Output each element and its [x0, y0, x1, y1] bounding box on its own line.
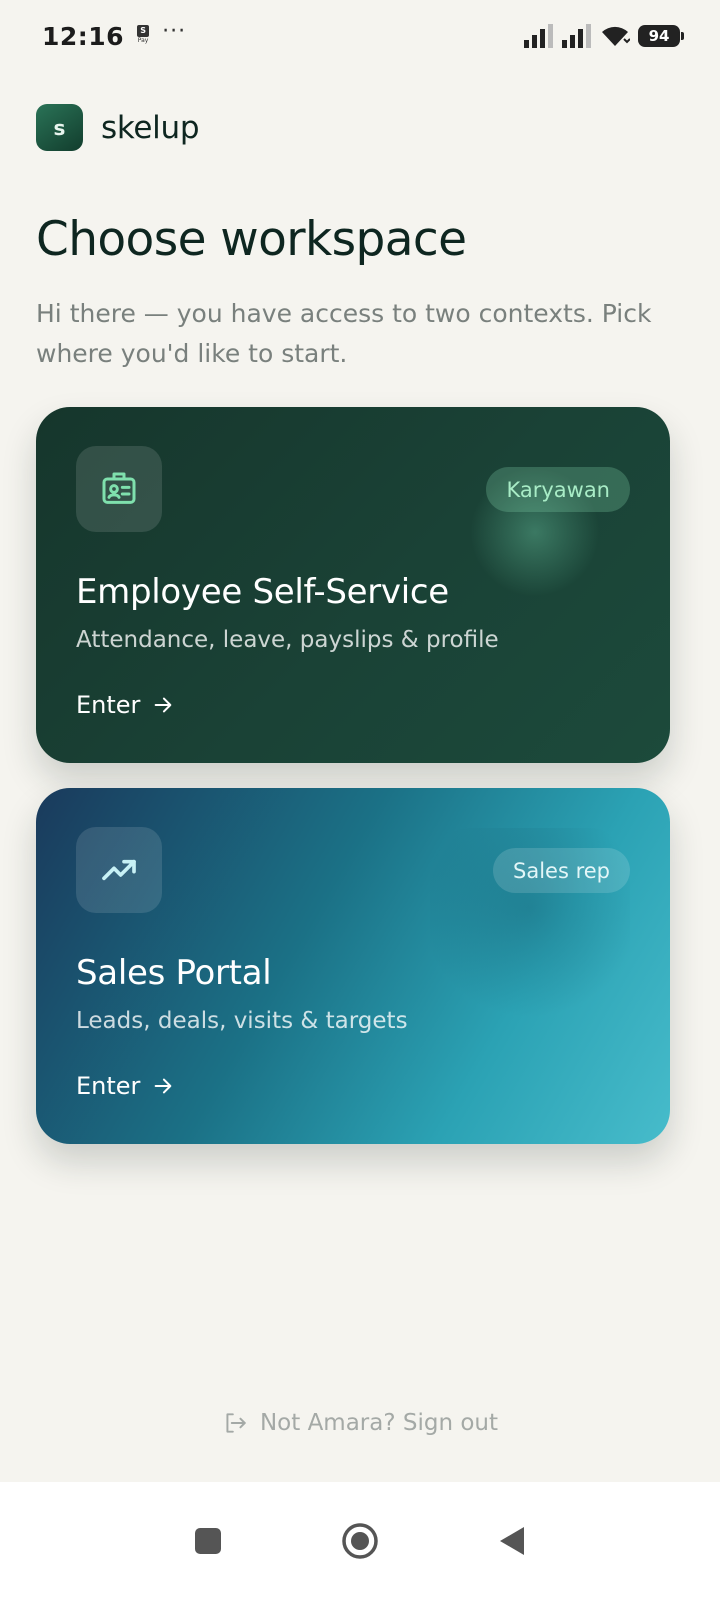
workspace-title: Sales Portal: [76, 953, 272, 993]
back-button[interactable]: [492, 1521, 532, 1561]
page-subtitle: Hi there — you have access to two contex…: [36, 299, 652, 368]
home-button[interactable]: [340, 1521, 380, 1561]
more-notifications-icon: ···: [162, 19, 187, 44]
back-triangle-icon: [500, 1527, 524, 1555]
battery-indicator: 94: [638, 25, 684, 47]
workspace-title: Employee Self-Service: [76, 572, 449, 612]
workspace-badge: Karyawan: [486, 467, 630, 512]
enter-button[interactable]: Enter: [76, 691, 174, 719]
pay-badge: S: [137, 25, 150, 37]
status-right: 94: [524, 24, 684, 48]
status-bar: 12:16 S Pay ··· 94: [0, 0, 720, 72]
pay-icon: S Pay: [136, 25, 150, 47]
card-icon-box: [76, 446, 162, 532]
signal-2-icon: [562, 24, 591, 48]
clock: 12:16: [42, 21, 125, 51]
workspace-description: Attendance, leave, payslips & profile: [76, 627, 499, 653]
recents-button[interactable]: [188, 1521, 228, 1561]
status-left: 12:16 S Pay ···: [42, 19, 187, 51]
workspace-card-employee-self-service[interactable]: Karyawan Employee Self-Service Attendanc…: [36, 407, 670, 763]
home-circle-icon: [342, 1523, 378, 1559]
workspace-chooser-screen: 12:16 S Pay ··· 94 s skelup Choose works…: [0, 0, 720, 1600]
enter-button[interactable]: Enter: [76, 1072, 174, 1100]
brand: s skelup: [36, 104, 200, 151]
workspace-description: Leads, deals, visits & targets: [76, 1008, 408, 1034]
arrow-right-icon: [155, 1078, 172, 1094]
workspace-badge: Sales rep: [493, 848, 630, 893]
page-title: Choose workspace: [36, 212, 467, 267]
signal-1-icon: [524, 24, 553, 48]
pay-text: Pay: [137, 37, 149, 44]
sign-out-icon: [226, 1413, 246, 1433]
id-badge-icon: [102, 472, 136, 504]
card-icon-box: [76, 827, 162, 913]
brand-logo: s: [36, 104, 83, 151]
sign-out-label: Not Amara? Sign out: [259, 1410, 499, 1436]
workspace-card-sales-portal[interactable]: Sales rep Sales Portal Leads, deals, vis…: [36, 788, 670, 1144]
enter-label: Enter: [76, 691, 141, 719]
sign-out-link[interactable]: Not Amara? Sign out: [0, 1410, 720, 1436]
system-nav-bar: [0, 1482, 720, 1600]
brand-name: skelup: [101, 109, 200, 146]
enter-label: Enter: [76, 1072, 141, 1100]
trending-up-icon: [102, 859, 136, 881]
recents-square-icon: [195, 1528, 221, 1554]
arrow-right-icon: [155, 697, 172, 713]
wifi-icon: [602, 26, 630, 46]
